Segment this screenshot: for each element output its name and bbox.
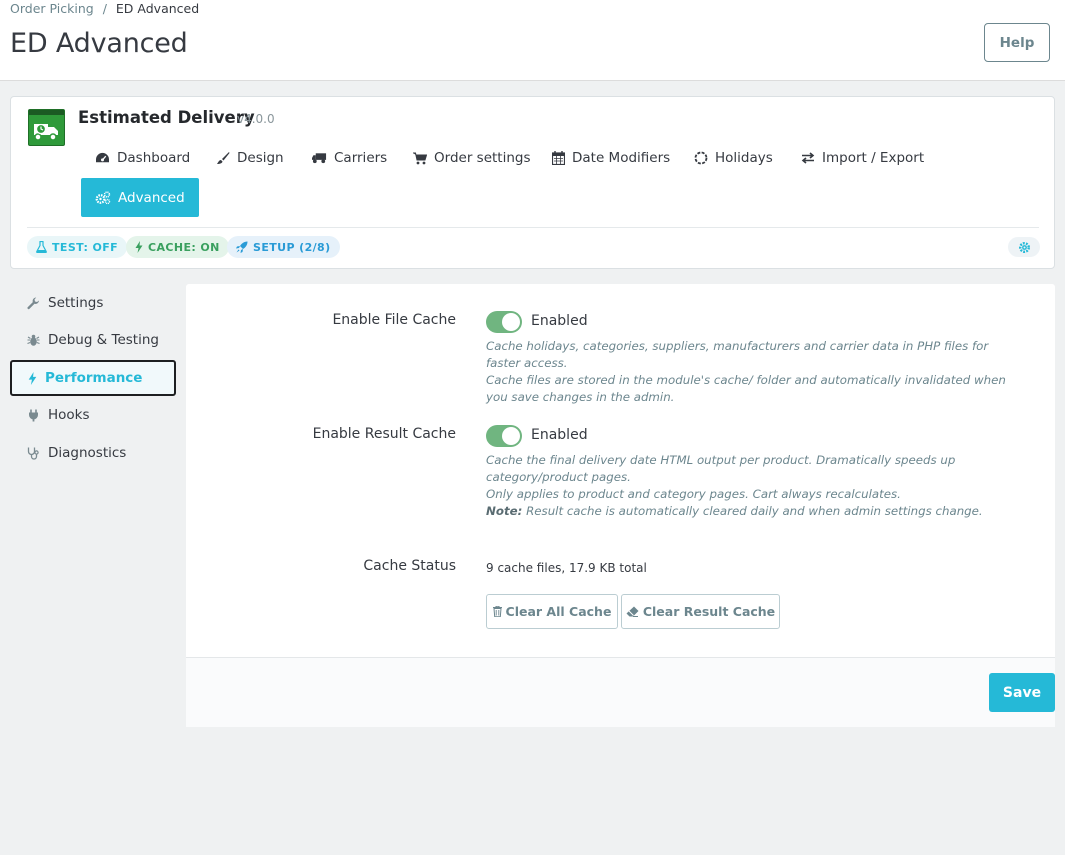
flask-icon bbox=[36, 241, 47, 253]
save-button[interactable]: Save bbox=[989, 673, 1055, 712]
tab-label: Order settings bbox=[434, 150, 531, 166]
tab-date-modifiers[interactable]: Date Modifiers bbox=[552, 141, 670, 175]
tab-label: Advanced bbox=[118, 189, 185, 206]
result-cache-help-line: Cache the final delivery date HTML outpu… bbox=[486, 453, 956, 484]
tab-advanced[interactable]: Advanced bbox=[81, 178, 199, 217]
tab-label: Date Modifiers bbox=[572, 150, 671, 166]
tab-label: Carriers bbox=[334, 150, 388, 166]
help-button[interactable]: Help bbox=[984, 23, 1050, 62]
result-cache-help: Cache the final delivery date HTML outpu… bbox=[486, 452, 1016, 520]
module-header-card: Estimated Delivery v4.0.0 Dashboard Desi… bbox=[10, 96, 1055, 269]
result-cache-label: Enable Result Cache bbox=[312, 426, 456, 442]
dashboard-icon bbox=[96, 152, 109, 162]
clear-result-cache-label: Clear Result Cache bbox=[642, 604, 776, 619]
cache-label: CACHE: ON bbox=[148, 240, 220, 254]
trash-icon bbox=[492, 606, 502, 617]
file-cache-state: Enabled bbox=[531, 313, 588, 329]
rocket-icon bbox=[236, 241, 248, 253]
file-cache-label: Enable File Cache bbox=[332, 312, 456, 328]
module-logo bbox=[28, 109, 65, 146]
setup-label: SETUP (2/8) bbox=[253, 240, 331, 254]
test-mode-label: TEST: OFF bbox=[52, 240, 119, 254]
card-divider bbox=[27, 227, 1039, 228]
bug-icon bbox=[27, 334, 40, 346]
tab-import-export[interactable]: Import / Export bbox=[801, 141, 924, 175]
sidebar-item-performance[interactable]: Performance bbox=[10, 360, 176, 396]
file-cache-help: Cache holidays, categories, suppliers, m… bbox=[486, 338, 1016, 406]
sidebar-item-label: Settings bbox=[48, 295, 104, 311]
tab-dashboard[interactable]: Dashboard bbox=[95, 141, 190, 175]
bolt-icon bbox=[28, 371, 37, 385]
result-cache-note: Note: Result cache is automatically clea… bbox=[486, 503, 1016, 520]
performance-settings-panel: Enable File Cache Enabled Cache holidays… bbox=[186, 284, 1055, 727]
breadcrumb-current: ED Advanced bbox=[115, 1, 200, 16]
bolt-icon bbox=[135, 241, 143, 253]
sidebar-item-label: Hooks bbox=[48, 407, 90, 423]
cogs-icon bbox=[95, 190, 111, 204]
tab-carriers[interactable]: Carriers bbox=[312, 141, 387, 175]
clear-all-cache-button[interactable]: Clear All Cache bbox=[486, 594, 618, 629]
sidebar-item-label: Performance bbox=[45, 370, 143, 386]
delivery-truck-clock-icon bbox=[34, 123, 58, 141]
wrench-icon bbox=[27, 296, 39, 309]
tab-label: Dashboard bbox=[117, 150, 191, 166]
tab-label: Holidays bbox=[715, 150, 773, 166]
tab-label: Design bbox=[237, 150, 284, 166]
note-label: Note: bbox=[486, 504, 523, 518]
result-cache-state: Enabled bbox=[531, 427, 588, 443]
module-settings-button[interactable] bbox=[1008, 237, 1040, 257]
tab-order-settings[interactable]: Order settings bbox=[413, 141, 531, 175]
tab-holidays[interactable]: Holidays bbox=[694, 141, 773, 175]
sidebar-item-label: Debug & Testing bbox=[48, 332, 159, 348]
module-name: Estimated Delivery bbox=[78, 108, 255, 127]
plug-icon bbox=[29, 409, 38, 421]
eraser-icon bbox=[626, 606, 639, 617]
page-title: ED Advanced bbox=[10, 28, 188, 59]
result-cache-help-line: Only applies to product and category pag… bbox=[486, 487, 901, 501]
cache-status-value: 9 cache files, 17.9 KB total bbox=[486, 561, 647, 575]
clear-result-cache-button[interactable]: Clear Result Cache bbox=[621, 594, 780, 629]
sidebar-item-settings[interactable]: Settings bbox=[10, 285, 176, 321]
clear-all-cache-label: Clear All Cache bbox=[505, 604, 612, 619]
result-cache-toggle[interactable] bbox=[486, 425, 522, 447]
exchange-icon bbox=[801, 152, 815, 164]
sidebar-item-label: Diagnostics bbox=[48, 445, 127, 461]
file-cache-toggle[interactable] bbox=[486, 311, 522, 333]
tab-design[interactable]: Design bbox=[216, 141, 284, 175]
breadcrumb-parent[interactable]: Order Picking bbox=[10, 1, 94, 16]
cart-icon bbox=[413, 152, 427, 164]
breadcrumb: Order Picking / ED Advanced bbox=[10, 1, 199, 16]
cache-badge[interactable]: CACHE: ON bbox=[126, 236, 229, 258]
cache-status-label: Cache Status bbox=[363, 558, 456, 574]
file-cache-help-line: Cache files are stored in the module's c… bbox=[486, 373, 1006, 404]
sidebar-item-debug-testing[interactable]: Debug & Testing bbox=[10, 322, 176, 358]
file-cache-help-line: Cache holidays, categories, suppliers, m… bbox=[486, 339, 989, 370]
sidebar-item-hooks[interactable]: Hooks bbox=[10, 397, 176, 433]
panel-footer bbox=[186, 657, 1055, 727]
tab-label: Import / Export bbox=[822, 150, 925, 166]
setup-badge[interactable]: SETUP (2/8) bbox=[227, 236, 340, 258]
note-text: Result cache is automatically cleared da… bbox=[522, 504, 983, 518]
module-version: v4.0.0 bbox=[237, 112, 275, 126]
truck-icon bbox=[312, 153, 327, 164]
stethoscope-icon bbox=[27, 447, 39, 460]
gear-icon bbox=[1018, 241, 1030, 253]
brush-icon bbox=[217, 152, 230, 164]
circle-notch-icon bbox=[694, 151, 708, 165]
calendar-icon bbox=[552, 151, 565, 165]
test-mode-badge[interactable]: TEST: OFF bbox=[27, 236, 128, 258]
breadcrumb-separator: / bbox=[102, 1, 107, 16]
sidebar-item-diagnostics[interactable]: Diagnostics bbox=[10, 435, 176, 471]
page-header: Order Picking / ED Advanced ED Advanced … bbox=[0, 0, 1065, 81]
